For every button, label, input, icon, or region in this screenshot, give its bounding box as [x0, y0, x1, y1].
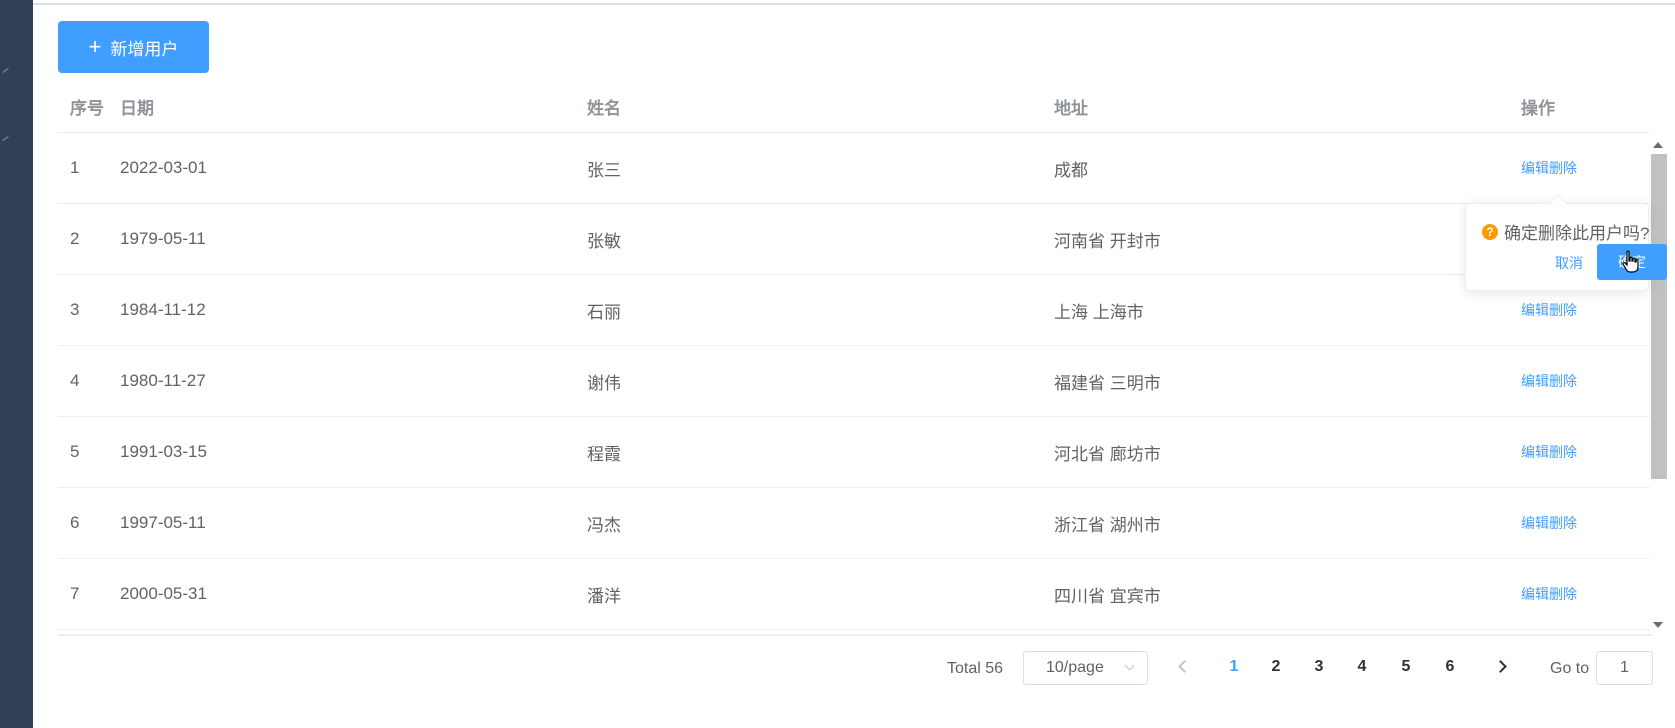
page-5[interactable]: 5 [1396, 658, 1416, 676]
cell-address: 上海 上海市 [1054, 302, 1144, 322]
edit-link[interactable]: 编辑 [1521, 515, 1549, 531]
cell-date: 2000-05-31 [120, 584, 207, 603]
page-3[interactable]: 3 [1309, 658, 1329, 676]
page-2[interactable]: 2 [1266, 658, 1286, 676]
cell-operation: 编辑删除 [1521, 442, 1650, 462]
table-body[interactable]: 1 2022-03-01 张三 成都 编辑删除 2 1979-05-11 张敏 … [58, 133, 1650, 633]
cell-name: 张敏 [587, 231, 621, 251]
delete-link[interactable]: 删除 [1549, 302, 1577, 318]
table-row: 7 2000-05-31 潘洋 四川省 宜宾市 编辑删除 [58, 559, 1650, 630]
goto-label: Go to [1550, 660, 1590, 677]
edit-link[interactable]: 编辑 [1521, 444, 1549, 460]
pagination-total: Total 56 [947, 660, 1004, 677]
delete-link[interactable]: 删除 [1549, 160, 1577, 176]
cell-date: 1991-03-15 [120, 442, 207, 461]
hand-cursor-icon [1622, 250, 1639, 273]
add-user-button[interactable]: + 新增用户 [58, 21, 209, 73]
page-1[interactable]: 1 [1224, 658, 1244, 676]
cell-name: 石丽 [587, 302, 621, 322]
delete-link[interactable]: 删除 [1549, 515, 1577, 531]
header-address: 地址 [1054, 98, 1088, 118]
table-row: 2 1979-05-11 张敏 河南省 开封市 编辑删除 [58, 204, 1650, 275]
cell-name: 谢伟 [587, 373, 621, 393]
table-row: 5 1991-03-15 程霞 河北省 廊坊市 编辑删除 [58, 417, 1650, 488]
cell-name: 冯杰 [587, 515, 621, 535]
header-name: 姓名 [587, 98, 621, 118]
table-row: 3 1984-11-12 石丽 上海 上海市 编辑删除 [58, 275, 1650, 346]
cell-index: 5 [70, 442, 80, 461]
cell-index: 3 [70, 300, 80, 319]
cell-index: 4 [70, 371, 80, 390]
edit-link[interactable]: 编辑 [1521, 373, 1549, 389]
cell-date: 1979-05-11 [120, 229, 206, 248]
cell-date: 1984-11-12 [120, 300, 206, 319]
cell-operation: 编辑删除 [1521, 158, 1650, 178]
user-table: 序号 日期 姓名 地址 操作 1 2022-03-01 张三 成都 编辑删除 2… [58, 80, 1650, 630]
cell-index: 1 [70, 158, 80, 177]
cell-operation: 编辑删除 [1521, 371, 1650, 391]
cancel-button[interactable]: 取消 [1555, 253, 1583, 273]
cell-operation: 编辑删除 [1521, 584, 1650, 604]
add-user-label: 新增用户 [110, 39, 179, 59]
delete-confirm-popover: ? 确定删除此用户吗? 取消 确定 [1465, 194, 1667, 291]
table-header: 序号 日期 姓名 地址 操作 [58, 80, 1650, 133]
cell-address: 四川省 宜宾市 [1054, 586, 1161, 606]
table-row: 1 2022-03-01 张三 成都 编辑删除 [58, 133, 1650, 204]
header-index: 序号 [70, 98, 104, 118]
edit-link[interactable]: 编辑 [1521, 586, 1549, 602]
sidebar-decoration [2, 68, 9, 73]
sidebar-decoration [2, 136, 9, 141]
main-content: + 新增用户 序号 日期 姓名 地址 操作 1 2022-03-01 张三 成都… [33, 0, 1675, 728]
sidebar [0, 0, 33, 728]
popover-message-text: 确定删除此用户吗? [1504, 224, 1650, 243]
cell-address: 成都 [1054, 160, 1088, 180]
delete-link[interactable]: 删除 [1549, 373, 1577, 389]
cell-address: 浙江省 湖州市 [1054, 515, 1161, 535]
table-row: 4 1980-11-27 谢伟 福建省 三明市 编辑删除 [58, 346, 1650, 417]
cell-address: 河南省 开封市 [1054, 231, 1161, 251]
cell-name: 程霞 [587, 444, 621, 464]
goto-page-input[interactable] [1596, 651, 1653, 685]
page-4[interactable]: 4 [1352, 658, 1372, 676]
divider [33, 3, 1675, 5]
header-operation: 操作 [1521, 98, 1555, 118]
table-bottom-border [58, 634, 1653, 636]
plus-icon: + [88, 34, 102, 59]
edit-link[interactable]: 编辑 [1521, 302, 1549, 318]
cell-address: 河北省 廊坊市 [1054, 444, 1161, 464]
delete-link[interactable]: 删除 [1549, 444, 1577, 460]
question-circle-icon: ? [1482, 223, 1498, 240]
cell-index: 7 [70, 584, 80, 603]
chevron-down-icon [1124, 660, 1135, 671]
cell-name: 潘洋 [587, 586, 621, 606]
page-6[interactable]: 6 [1440, 658, 1460, 676]
cell-address: 福建省 三明市 [1054, 373, 1161, 393]
cell-name: 张三 [587, 160, 621, 180]
cell-operation: 编辑删除 [1521, 513, 1650, 533]
popover-message: ? 确定删除此用户吗? [1482, 219, 1649, 244]
cell-date: 1980-11-27 [120, 371, 206, 390]
cell-index: 2 [70, 229, 80, 248]
header-date: 日期 [120, 98, 154, 118]
delete-link[interactable]: 删除 [1549, 586, 1577, 602]
scroll-up-icon[interactable] [1653, 142, 1663, 148]
cell-index: 6 [70, 513, 80, 532]
page-size-value: 10/page [1046, 659, 1104, 676]
cell-operation: 编辑删除 [1521, 300, 1650, 320]
cell-date: 2022-03-01 [120, 158, 207, 177]
page-size-select[interactable]: 10/page [1023, 651, 1148, 685]
cell-date: 1997-05-11 [120, 513, 206, 532]
table-scrollbar[interactable] [1649, 134, 1667, 632]
edit-link[interactable]: 编辑 [1521, 160, 1549, 176]
table-row: 6 1997-05-11 冯杰 浙江省 湖州市 编辑删除 [58, 488, 1650, 559]
scrollbar-thumb[interactable] [1651, 154, 1667, 479]
scroll-down-icon[interactable] [1653, 622, 1663, 628]
